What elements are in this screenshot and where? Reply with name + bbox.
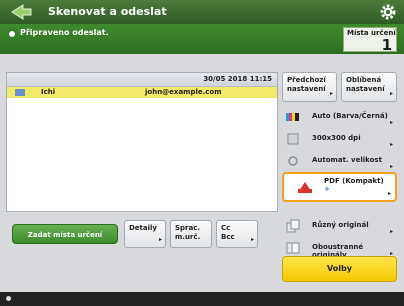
destination-address: john@example.com xyxy=(145,88,222,96)
bcc-label: Bcc xyxy=(221,233,235,241)
resolution-icon xyxy=(287,133,299,145)
resolution-setting[interactable]: 300x300 dpi ▸ xyxy=(282,128,397,150)
chevron-right-icon: ▸ xyxy=(389,90,393,97)
sender-label-line2: m.urč. xyxy=(175,233,201,241)
destination-counter: Místa určení 1 xyxy=(343,27,397,54)
details-button[interactable]: Detaily ▸ xyxy=(124,220,166,248)
file-format-label: PDF (Kompakt) + xyxy=(324,177,384,193)
recall-label-line2: nastavení xyxy=(287,85,326,93)
footer-indicator-icon xyxy=(6,296,11,301)
color-mode-icon xyxy=(286,113,299,121)
list-timestamp: 30/05 2018 11:15 xyxy=(203,75,272,83)
mixed-original-label: Různý originál xyxy=(312,221,369,229)
favorite-settings-button[interactable]: Oblíbená nastavení ▸ xyxy=(341,72,397,102)
options-button[interactable]: Volby xyxy=(282,256,397,282)
address-book-icon xyxy=(15,89,25,96)
chevron-right-icon: ▸ xyxy=(158,236,162,243)
scan-size-label: Automat. velikost xyxy=(312,156,382,164)
details-label: Detaily xyxy=(129,224,157,232)
color-mode-setting[interactable]: Auto (Barva/Černá) ▸ xyxy=(282,106,397,128)
specify-destinations-button[interactable]: Zadat místa určení xyxy=(12,224,118,244)
cc-label: Cc xyxy=(221,224,231,232)
favorite-label-line1: Oblíbená xyxy=(346,76,382,84)
chevron-right-icon: ▸ xyxy=(389,163,393,170)
sender-button[interactable]: Sprac. m.urč. xyxy=(170,220,212,248)
back-arrow-icon[interactable] xyxy=(10,3,32,21)
sender-label-line1: Sprac. xyxy=(175,224,201,232)
recall-settings-button[interactable]: Předchozí nastavení ▸ xyxy=(282,72,337,102)
chevron-right-icon: ▸ xyxy=(387,190,391,197)
chevron-right-icon: ▸ xyxy=(389,228,393,235)
status-bar: Připraveno odeslat. Místa určení 1 xyxy=(0,24,404,54)
pdf-file-icon xyxy=(298,182,312,193)
chevron-right-icon: ▸ xyxy=(329,90,333,97)
gear-icon[interactable] xyxy=(378,2,398,22)
resolution-label: 300x300 dpi xyxy=(312,134,361,142)
status-message: Připraveno odeslat. xyxy=(20,28,109,37)
scan-size-setting[interactable]: Automat. velikost ▸ xyxy=(282,150,397,172)
status-dot-icon xyxy=(9,31,15,37)
cc-bcc-button[interactable]: Cc Bcc ▸ xyxy=(216,220,258,248)
footer-bar xyxy=(0,292,404,306)
chevron-right-icon: ▸ xyxy=(250,236,254,243)
file-format-name: PDF (Kompakt) xyxy=(324,177,384,185)
title-bar: Skenovat a odeslat xyxy=(0,0,404,24)
favorite-label-line2: nastavení xyxy=(346,85,385,93)
size-icon xyxy=(288,156,298,166)
page-title: Skenovat a odeslat xyxy=(48,5,167,18)
chevron-right-icon: ▸ xyxy=(389,119,393,126)
file-format-setting[interactable]: PDF (Kompakt) + ▸ xyxy=(282,172,397,202)
destination-list: 30/05 2018 11:15 Ichi john@example.com xyxy=(6,72,278,212)
recall-label-line1: Předchozí xyxy=(287,76,326,84)
chevron-right-icon: ▸ xyxy=(389,141,393,148)
settings-panel: Předchozí nastavení ▸ Oblíbená nastavení… xyxy=(282,72,397,280)
list-header: 30/05 2018 11:15 xyxy=(7,73,277,87)
duplex-icon xyxy=(286,242,300,254)
list-item[interactable]: Ichi john@example.com xyxy=(7,87,277,98)
bottom-bar: Zadat místa určení Detaily ▸ Sprac. m.ur… xyxy=(6,219,278,249)
color-mode-label: Auto (Barva/Černá) xyxy=(312,112,388,120)
file-format-extra: + xyxy=(324,185,330,193)
destination-name: Ichi xyxy=(41,88,56,96)
destination-count: 1 xyxy=(381,36,392,54)
mixed-original-icon xyxy=(286,219,300,233)
mixed-original-setting[interactable]: Různý originál ▸ xyxy=(282,215,397,237)
